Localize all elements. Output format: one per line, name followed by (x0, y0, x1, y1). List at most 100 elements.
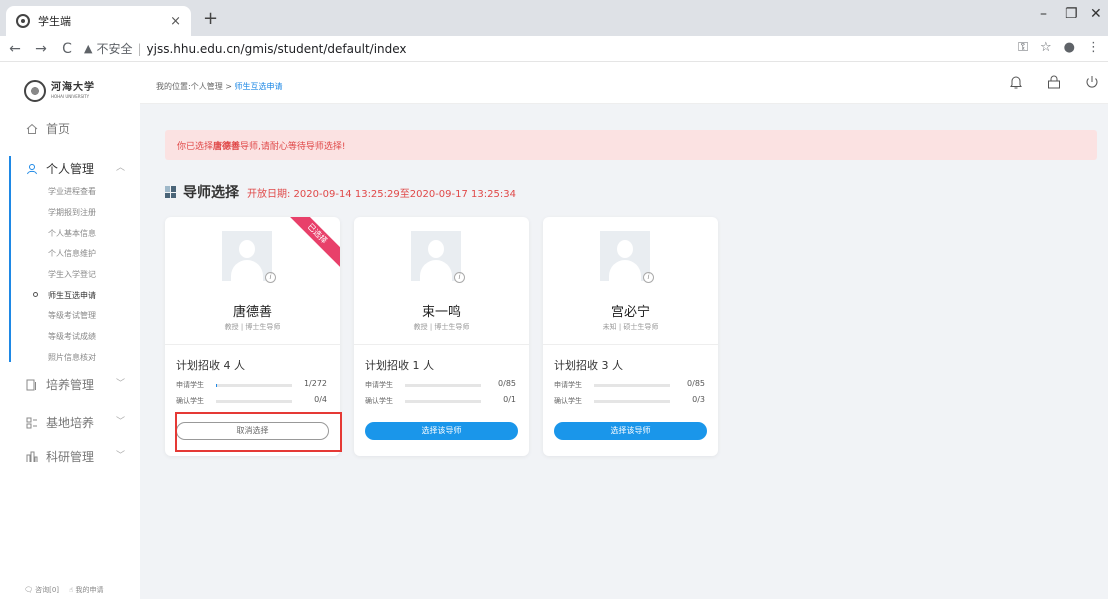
confirmed-label: 确认学生 (176, 397, 204, 405)
sidebar-item-label: 科研管理 (46, 450, 95, 464)
sidebar-sub-item[interactable]: 照片信息核对 (48, 352, 96, 363)
power-icon[interactable] (1084, 74, 1100, 90)
url-separator: | (137, 41, 142, 56)
new-tab-button[interactable]: + (203, 8, 218, 29)
advisor-title: 未知 (602, 323, 617, 331)
selection-alert: 你已选择 唐德善 导师,请耐心等待导师选择! (165, 130, 1097, 160)
advisor-role: 博士生导师 (245, 323, 281, 331)
sidebar-sub-item[interactable]: 个人信息维护 (48, 248, 96, 259)
url-field[interactable]: ▲ 不安全 | yjss.hhu.edu.cn/gmis/student/def… (84, 40, 407, 57)
chevron-down-icon: ﹀ (116, 379, 126, 389)
sidebar-sub-item-active[interactable]: 师生互选申请 (48, 290, 96, 301)
confirmed-progress-bar (216, 400, 292, 403)
advisor-meta: 教授 | 博士生导师 (165, 322, 340, 332)
sidebar-sub-item[interactable]: 学生入学登记 (48, 269, 96, 280)
back-button[interactable]: ← (4, 41, 26, 57)
advisor-meta: 未知 | 硕士生导师 (543, 322, 718, 332)
window-restore-button[interactable]: ❐ (1065, 6, 1078, 22)
insecure-label: 不安全 (96, 42, 133, 56)
tab-close-icon[interactable]: × (170, 14, 181, 29)
applied-progress: 申请学生 1/272 (176, 379, 331, 390)
plan-quota: 计划招收 4 人 (176, 359, 245, 372)
browser-address-bar: ← → C ▲ 不安全 | yjss.hhu.edu.cn/gmis/stude… (0, 36, 1108, 62)
sidebar-item-home[interactable]: 首页 (26, 120, 70, 137)
confirmed-label: 确认学生 (365, 397, 393, 405)
sidebar: 河海大学 HOHAI UNIVERSITY 首页 个人管理 ︿ 学业进程查看 学… (0, 62, 140, 599)
card-divider (543, 344, 718, 345)
advisor-name: 宫必宁 (610, 305, 650, 320)
sidebar-item-research[interactable]: 科研管理 ﹀ (26, 448, 125, 465)
info-icon[interactable]: i (643, 272, 654, 283)
bell-icon[interactable] (1008, 74, 1024, 90)
key-icon[interactable]: ⚿ (1018, 40, 1028, 55)
my-application-label: 我的申请 (75, 586, 104, 594)
highlight-annotation (175, 412, 342, 452)
applied-progress-bar (405, 384, 481, 387)
advisor-card: i 束一鸣 教授 | 博士生导师 计划招收 1 人 申请学生 0/85 确认学生… (354, 217, 529, 456)
university-logo[interactable]: 河海大学 HOHAI UNIVERSITY (24, 80, 95, 102)
address-bar-actions: ⚿ ☆ ● ⋮ (1018, 40, 1100, 55)
active-sub-item-dot-icon (33, 292, 38, 297)
reload-button[interactable]: C (56, 41, 78, 57)
chevron-down-icon: ﹀ (116, 417, 126, 427)
advisor-role: 博士生导师 (434, 323, 470, 331)
alert-teacher-name: 唐德善 (213, 141, 241, 152)
lock-icon[interactable] (1046, 74, 1062, 90)
info-icon[interactable]: i (454, 272, 465, 283)
info-icon[interactable]: i (265, 272, 276, 283)
sidebar-item-personal[interactable]: 个人管理 ︿ (26, 160, 125, 177)
forward-button[interactable]: → (30, 41, 52, 57)
confirmed-progress: 确认学生 0/1 (365, 395, 520, 406)
breadcrumb-current[interactable]: 师生互选申请 (234, 82, 282, 91)
applied-count: 0/85 (687, 379, 705, 388)
window-close-button[interactable]: ✕ (1090, 6, 1102, 22)
sidebar-item-base[interactable]: 基地培养 ﹀ (26, 414, 125, 431)
logo-name-en: HOHAI UNIVERSITY (51, 94, 90, 99)
applied-progress: 申请学生 0/85 (554, 379, 709, 390)
confirmed-progress-bar (405, 400, 481, 403)
confirmed-label: 确认学生 (554, 397, 582, 405)
sidebar-sub-item[interactable]: 个人基本信息 (48, 228, 96, 239)
breadcrumb: 我的位置:个人管理 > 师生互选申请 (156, 81, 282, 92)
browser-tab[interactable]: 学生端 × (6, 6, 191, 36)
training-icon (26, 379, 36, 390)
alert-prefix: 你已选择 (177, 141, 214, 152)
chevron-down-icon: ﹀ (116, 451, 126, 461)
applied-label: 申请学生 (176, 381, 204, 389)
selected-ribbon: 已选择 (290, 217, 340, 267)
page-header: 我的位置:个人管理 > 师生互选申请 (140, 62, 1108, 104)
advisor-card: i 宫必宁 未知 | 硕士生导师 计划招收 3 人 申请学生 0/85 确认学生… (543, 217, 718, 456)
applied-progress-bar (594, 384, 670, 387)
sidebar-sub-item[interactable]: 等级考试管理 (48, 310, 96, 321)
sidebar-item-training[interactable]: 培养管理 ﹀ (26, 376, 125, 393)
avatar (600, 231, 650, 281)
confirmed-progress: 确认学生 0/4 (176, 395, 331, 406)
confirmed-progress: 确认学生 0/3 (554, 395, 709, 406)
sidebar-item-label: 基地培养 (46, 416, 95, 430)
window-minimize-button[interactable]: – (1040, 6, 1047, 22)
browser-menu-icon[interactable]: ⋮ (1087, 40, 1100, 55)
advisor-name: 唐德善 (232, 305, 272, 320)
plan-quota: 计划招收 3 人 (554, 359, 623, 372)
confirmed-count: 0/4 (314, 395, 327, 404)
profile-icon[interactable]: ● (1064, 40, 1075, 55)
bookmark-star-icon[interactable]: ☆ (1040, 40, 1052, 55)
warning-icon: ▲ (84, 42, 93, 55)
hand-icon: ☝ (69, 586, 74, 594)
breadcrumb-prefix: 我的位置:个人管理 > (156, 82, 235, 91)
select-advisor-button[interactable]: 选择该导师 (365, 422, 518, 440)
select-advisor-button[interactable]: 选择该导师 (554, 422, 707, 440)
url-text: yjss.hhu.edu.cn/gmis/student/default/ind… (146, 41, 407, 56)
consult-label: 咨询[0] (35, 586, 60, 594)
applied-progress-bar (216, 384, 292, 387)
plan-quota: 计划招收 1 人 (365, 359, 434, 372)
applied-progress: 申请学生 0/85 (365, 379, 520, 390)
sidebar-sub-item[interactable]: 等级考试成绩 (48, 331, 96, 342)
my-application-link[interactable]: ☝ 我的申请 (69, 585, 104, 595)
consult-link[interactable]: 🗨 咨询[0] (24, 585, 59, 595)
sidebar-sub-item[interactable]: 学业进程查看 (48, 186, 96, 197)
sidebar-sub-item[interactable]: 学期报到注册 (48, 207, 96, 218)
home-icon (26, 123, 38, 134)
confirmed-progress-bar (594, 400, 670, 403)
advisor-meta-separator: | (240, 323, 244, 331)
